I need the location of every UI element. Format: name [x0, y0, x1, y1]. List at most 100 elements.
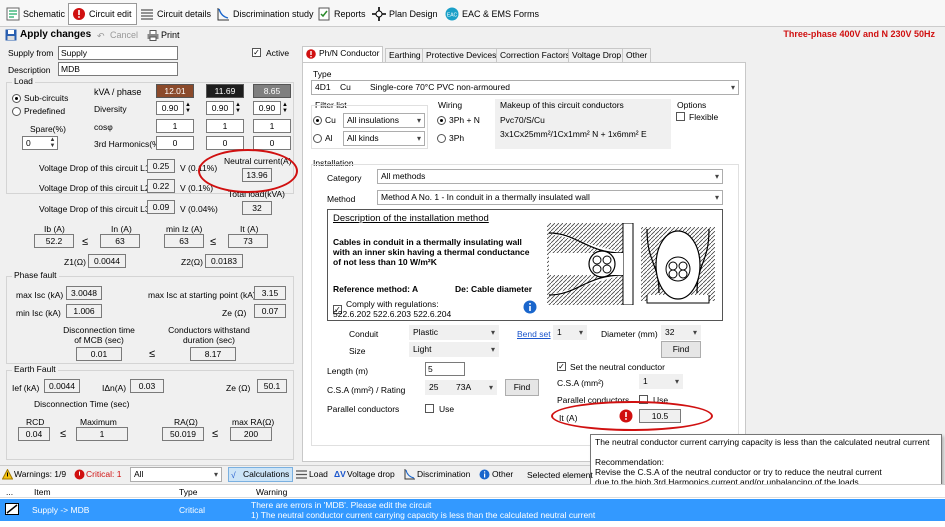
withstand-label: Conductors withstand duration (sec): [168, 325, 250, 345]
col-warning[interactable]: Warning: [256, 487, 287, 497]
tab-reports[interactable]: Reports: [313, 3, 371, 25]
print-button[interactable]: Print: [146, 28, 180, 42]
col-item[interactable]: Item: [34, 487, 51, 497]
table-row[interactable]: Supply -> MDB Critical There are errors …: [0, 499, 945, 521]
discrimination-label: Discrimination: [417, 469, 471, 479]
harm-l1[interactable]: 0: [156, 136, 194, 150]
earth-ze-label: Ze (Ω): [226, 383, 251, 393]
tab-plan-design[interactable]: Plan Design: [368, 3, 443, 25]
warnings-filter[interactable]: Warnings: 1/9: [1, 468, 66, 481]
min-isc-value: 1.006: [66, 304, 102, 318]
spare-stepper[interactable]: ▲ ▼: [48, 137, 57, 149]
right-panel: Type 4D1 Cu Single-core 70°C PVC non-arm…: [302, 62, 746, 462]
wiring-3ph-radio[interactable]: [437, 134, 446, 143]
diversity-l2-stepper[interactable]: ▲ ▼: [235, 102, 241, 114]
active-checkbox[interactable]: ✓: [252, 48, 261, 57]
harm-l3[interactable]: 0: [253, 136, 291, 150]
makeup-label: Makeup of this circuit conductors: [500, 100, 624, 110]
csa-dropdown[interactable]: 25 73A: [425, 380, 497, 395]
csa-find-button[interactable]: Find: [505, 379, 539, 396]
warnings-table: ... Item Type Warning Supply -> MDB Crit…: [0, 484, 945, 527]
print-label: Print: [161, 30, 180, 40]
size-dropdown[interactable]: Light: [409, 342, 499, 357]
diversity-l2[interactable]: 0.90: [206, 101, 234, 115]
set-neutral-checkbox[interactable]: ✓: [557, 362, 566, 371]
description-input[interactable]: MDB: [58, 62, 178, 76]
n-csa-dropdown[interactable]: 1: [639, 374, 683, 389]
tab-circuit-details[interactable]: Circuit details: [136, 3, 216, 25]
ra-label: RA(Ω): [174, 417, 198, 427]
load-title: Load: [12, 76, 35, 86]
critical-filter[interactable]: Critical: 1: [74, 468, 121, 481]
voltage-drop-button[interactable]: ΔV Voltage drop: [334, 468, 395, 481]
cos-l3[interactable]: 1: [253, 119, 291, 133]
withstand-value: 8.17: [190, 347, 236, 361]
load-label: Load: [309, 469, 328, 479]
kinds-dropdown[interactable]: All kinds: [343, 131, 425, 146]
conduit-dropdown[interactable]: Plastic: [409, 325, 499, 340]
undo-icon: ↶: [97, 31, 105, 41]
cancel-button[interactable]: ↶ Cancel: [96, 28, 138, 42]
discrimination-button[interactable]: Discrimination: [404, 468, 470, 481]
tab-eac-ems[interactable]: EAC EAC & EMS Forms: [441, 3, 544, 25]
diversity-l3[interactable]: 0.90: [253, 101, 281, 115]
wiring-3ph-label: 3Ph: [449, 133, 465, 143]
wiring-3phn-radio[interactable]: [437, 116, 446, 125]
load-icon: [296, 470, 307, 483]
neutral-it-highlight: [551, 401, 713, 431]
cos-l1[interactable]: 1: [156, 119, 194, 133]
info-icon[interactable]: [523, 300, 537, 316]
tab-correction-factors[interactable]: Correction Factors: [496, 48, 574, 63]
kva-l2: 11.69: [206, 84, 244, 98]
apply-label: Apply changes: [20, 29, 92, 40]
diameter-find-button[interactable]: Find: [661, 341, 701, 358]
supply-from-input[interactable]: Supply: [58, 46, 178, 60]
vdrop-l3-label: Voltage Drop of this circuit L3: [39, 204, 150, 214]
load-button[interactable]: Load: [296, 468, 328, 481]
parallel-use-checkbox[interactable]: [425, 404, 434, 413]
col-dots[interactable]: ...: [6, 487, 13, 497]
filter-al-radio[interactable]: [313, 134, 322, 143]
type-dropdown[interactable]: 4D1 Cu Single-core 70°C PVC non-armoured: [311, 80, 739, 95]
calculations-button[interactable]: √ Calculations: [228, 467, 294, 482]
diameter-dropdown[interactable]: 32: [661, 325, 701, 340]
tab-schematic[interactable]: Schematic: [2, 3, 70, 25]
sub-circuits-radio[interactable]: [12, 94, 21, 103]
tab-voltage-drop[interactable]: Voltage Drop: [568, 48, 626, 63]
bend-set-link[interactable]: Bend set: [517, 329, 551, 339]
type-material: Cu: [340, 82, 351, 92]
harm-l2[interactable]: 0: [206, 136, 244, 150]
critical-icon: [74, 469, 85, 484]
ze-value: 0.07: [254, 304, 286, 318]
apply-changes-button[interactable]: Apply changes: [4, 28, 91, 42]
tab-protective-devices[interactable]: Protective Devices: [422, 48, 501, 63]
filter-cu-radio[interactable]: [313, 116, 322, 125]
diversity-l1[interactable]: 0.90: [156, 101, 184, 115]
insulation-dropdown[interactable]: All insulations: [343, 113, 425, 128]
cos-l2[interactable]: 1: [206, 119, 244, 133]
comply-label: Comply with regulations:: [346, 299, 439, 309]
tab-other[interactable]: Other: [622, 48, 652, 63]
ief-label: Ief (kA): [12, 383, 40, 393]
diversity-l3-stepper[interactable]: ▲ ▼: [282, 102, 288, 114]
warning-filter-dropdown[interactable]: All: [130, 467, 222, 482]
method-dropdown[interactable]: Method A No. 1 - In conduit in a thermal…: [377, 190, 723, 205]
other-button[interactable]: Other: [479, 468, 513, 481]
flexible-checkbox[interactable]: [676, 112, 685, 121]
tab-discrimination-study[interactable]: Discrimination study: [212, 3, 319, 25]
diversity-l1-stepper[interactable]: ▲ ▼: [185, 102, 191, 114]
ib-label: Ib (A): [44, 224, 65, 234]
neutral-current-highlight: [198, 149, 298, 193]
tab-schematic-label: Schematic: [23, 9, 66, 19]
tab-ph-n-conductor[interactable]: Ph/N Conductor: [302, 46, 384, 63]
wiring-3phn-label: 3Ph + N: [449, 115, 480, 125]
category-dropdown[interactable]: All methods: [377, 169, 723, 184]
tab-earthing[interactable]: Earthing: [385, 48, 425, 63]
predefined-radio[interactable]: [12, 107, 21, 116]
length-input[interactable]: 5: [425, 362, 465, 376]
col-type[interactable]: Type: [179, 487, 197, 497]
bend-set-dropdown[interactable]: 1: [553, 325, 587, 340]
it-value: 73: [228, 234, 268, 248]
tab-circuit-edit[interactable]: Circuit edit: [68, 3, 137, 25]
harm-label: 3rd Harmonics(%): [94, 139, 163, 149]
